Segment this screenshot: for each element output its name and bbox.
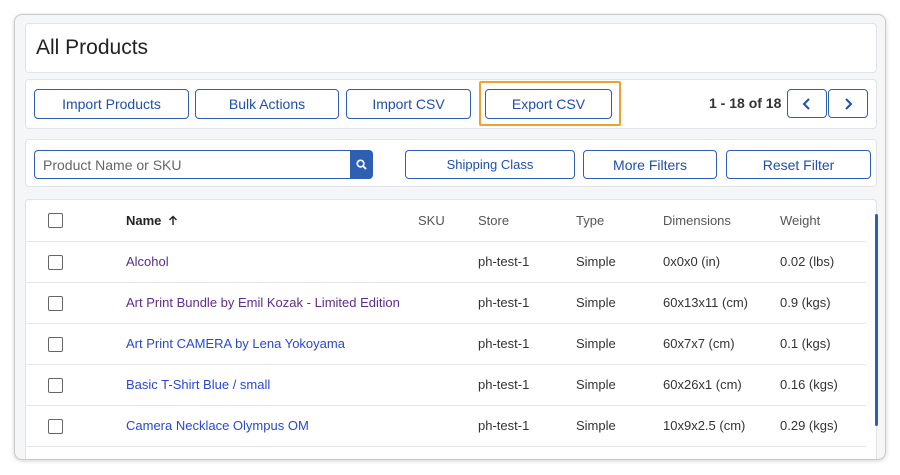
type-cell: Simple: [576, 241, 663, 283]
bulk-actions-button[interactable]: Bulk Actions: [195, 89, 339, 119]
product-link[interactable]: Alcohol: [126, 254, 169, 269]
store-cell: ph-test-1: [478, 405, 576, 447]
dimensions-cell: 60x13x11 (cm): [663, 282, 780, 324]
type-cell: Simple: [576, 364, 663, 406]
filters-toolbar: Shipping Class More Filters Reset Filter: [25, 139, 877, 187]
weight-cell: 0.02 (lbs): [780, 241, 866, 283]
title-panel: All Products: [25, 23, 877, 73]
column-header-type: Type: [576, 200, 663, 242]
row-checkbox[interactable]: [48, 377, 63, 393]
export-csv-button[interactable]: Export CSV: [485, 89, 612, 119]
row-checkbox[interactable]: [48, 418, 63, 434]
dimensions-cell: 0x0x0 (in): [663, 241, 780, 283]
type-cell: Simple: [576, 282, 663, 324]
more-filters-button[interactable]: More Filters: [583, 150, 717, 179]
product-link[interactable]: Art Print CAMERA by Lena Yokoyama: [126, 336, 345, 351]
pagination-status: 1 - 18 of 18: [709, 95, 782, 111]
page-title: All Products: [36, 36, 149, 59]
column-header-name[interactable]: Name: [126, 200, 418, 242]
product-link[interactable]: Basic T-Shirt Blue / small: [126, 377, 270, 392]
dimensions-cell: 10x9x2.5 (cm): [663, 405, 780, 447]
sku-cell: [418, 241, 478, 283]
actions-toolbar: Import Products Bulk Actions Import CSV …: [25, 79, 877, 129]
type-cell: Simple: [576, 405, 663, 447]
type-cell: Simple: [576, 323, 663, 365]
product-link[interactable]: Camera Necklace Olympus OM: [126, 418, 309, 433]
column-header-sku: SKU: [418, 200, 478, 242]
table-row: Alcohol ph-test-1 Simple 0x0x0 (in) 0.02…: [26, 241, 866, 283]
table-row: Camera Necklace Olympus OM ph-test-1 Sim…: [26, 405, 866, 447]
store-cell: ph-test-1: [478, 241, 576, 283]
products-table: Name SKU Store Type Dimensions Weight Al…: [26, 200, 866, 447]
column-header-weight: Weight: [780, 200, 866, 242]
vertical-scrollbar[interactable]: [875, 214, 878, 426]
import-csv-button[interactable]: Import CSV: [346, 89, 471, 119]
sku-cell: [418, 323, 478, 365]
arrow-up-icon: [169, 215, 178, 225]
reset-filter-button[interactable]: Reset Filter: [726, 150, 871, 179]
weight-cell: 0.9 (kgs): [780, 282, 866, 324]
dimensions-cell: 60x7x7 (cm): [663, 323, 780, 365]
search-button[interactable]: [350, 150, 373, 179]
table-row: Basic T-Shirt Blue / small ph-test-1 Sim…: [26, 364, 866, 406]
row-checkbox[interactable]: [48, 336, 63, 352]
sku-cell: [418, 364, 478, 406]
shipping-class-button[interactable]: Shipping Class: [405, 150, 575, 179]
weight-cell: 0.16 (kgs): [780, 364, 866, 406]
app-window: All Products Import Products Bulk Action…: [14, 14, 886, 460]
weight-cell: 0.1 (kgs): [780, 323, 866, 365]
import-products-button[interactable]: Import Products: [34, 89, 189, 119]
chevron-left-icon: [802, 97, 810, 110]
column-header-dimensions: Dimensions: [663, 200, 780, 242]
prev-page-button[interactable]: [787, 89, 827, 118]
table-header-row: Name SKU Store Type Dimensions Weight: [26, 200, 866, 242]
weight-cell: 0.29 (kgs): [780, 405, 866, 447]
sku-cell: [418, 405, 478, 447]
table-row: Art Print CAMERA by Lena Yokoyama ph-tes…: [26, 323, 866, 365]
next-page-button[interactable]: [828, 89, 868, 118]
dimensions-cell: 60x26x1 (cm): [663, 364, 780, 406]
store-cell: ph-test-1: [478, 364, 576, 406]
table-row: Art Print Bundle by Emil Kozak - Limited…: [26, 282, 866, 324]
sku-cell: [418, 282, 478, 324]
product-link[interactable]: Art Print Bundle by Emil Kozak - Limited…: [126, 295, 400, 310]
chevron-right-icon: [845, 97, 853, 110]
select-all-checkbox[interactable]: [48, 213, 63, 229]
row-checkbox[interactable]: [48, 254, 63, 270]
row-checkbox[interactable]: [48, 295, 63, 311]
products-table-panel: Name SKU Store Type Dimensions Weight Al…: [25, 199, 878, 459]
search-icon: [356, 159, 367, 170]
column-header-store: Store: [478, 200, 576, 242]
search-input[interactable]: [34, 150, 350, 179]
store-cell: ph-test-1: [478, 323, 576, 365]
store-cell: ph-test-1: [478, 282, 576, 324]
